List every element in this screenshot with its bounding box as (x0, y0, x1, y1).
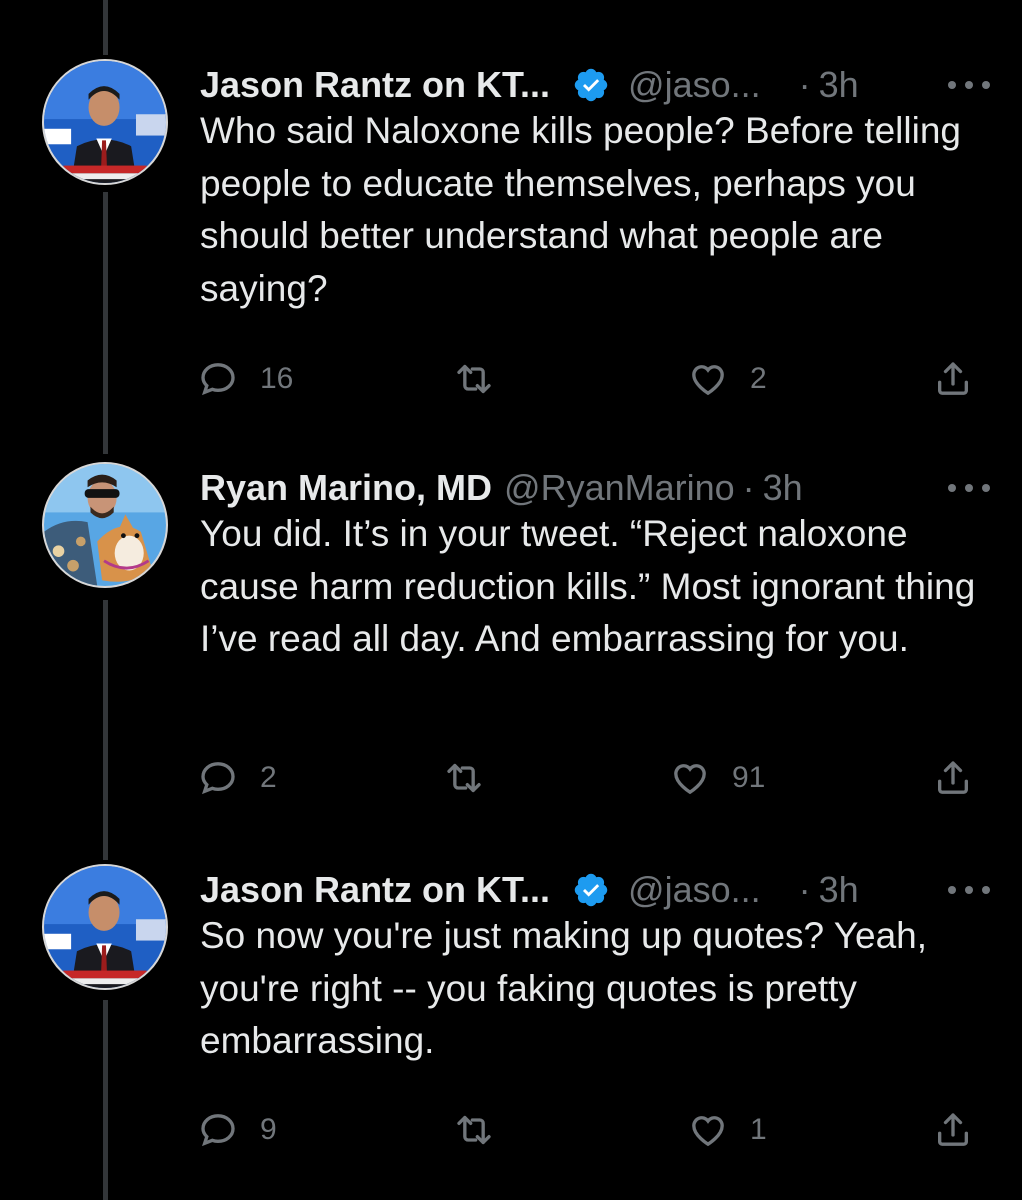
retweet-icon (457, 364, 491, 394)
more-icon[interactable] (948, 67, 990, 103)
retweet-button[interactable] (454, 359, 516, 399)
heart-icon (674, 764, 706, 795)
verified-badge-icon (574, 873, 608, 907)
like-count: 2 (750, 362, 767, 395)
timestamp[interactable]: 3h (763, 467, 803, 509)
author-name[interactable]: Jason Rantz on KT... (200, 869, 550, 911)
timestamp[interactable]: 3h (819, 869, 859, 911)
reply-button[interactable]: 16 (198, 359, 293, 399)
author-handle[interactable]: @jaso... (628, 869, 761, 911)
thread-line-2 (103, 600, 108, 860)
tweet-text: You did. It’s in your tweet. “Reject nal… (200, 513, 976, 659)
action-bar: 2 91 (198, 758, 988, 808)
tweet-text: Who said Naloxone kills people? Before t… (200, 110, 961, 309)
thread-line-1 (103, 192, 108, 454)
author-name[interactable]: Jason Rantz on KT... (200, 64, 550, 106)
like-count: 91 (732, 761, 766, 794)
reply-icon (201, 1114, 235, 1147)
like-button[interactable]: 1 (688, 1110, 767, 1150)
author-handle[interactable]: @RyanMarino (504, 467, 735, 509)
reply-icon (201, 363, 235, 396)
share-icon (938, 1113, 968, 1146)
separator: · (742, 467, 755, 508)
avatar[interactable] (42, 59, 168, 185)
share-button[interactable] (933, 359, 973, 399)
action-bar: 16 2 (198, 359, 988, 409)
thread-line-3 (103, 1000, 108, 1200)
reply-count: 2 (260, 761, 277, 794)
share-button[interactable] (933, 1110, 973, 1150)
action-bar: 9 1 (198, 1110, 988, 1160)
separator: · (798, 64, 811, 105)
author-name[interactable]: Ryan Marino, MD (200, 467, 492, 509)
reply-button[interactable]: 2 (198, 758, 277, 798)
separator: · (798, 869, 811, 910)
reply-count: 16 (260, 362, 294, 395)
more-icon[interactable] (948, 470, 990, 506)
retweet-button[interactable] (444, 758, 506, 798)
thread-line-top (103, 0, 108, 55)
share-button[interactable] (933, 758, 973, 798)
share-icon (938, 362, 968, 395)
author-handle[interactable]: @jaso... (628, 64, 761, 106)
heart-icon (692, 365, 724, 396)
share-icon (938, 761, 968, 794)
retweet-icon (447, 763, 481, 793)
timestamp[interactable]: 3h (819, 64, 859, 106)
tweet-text: So now you're just making up quotes? Yea… (200, 915, 928, 1061)
heart-icon (692, 1116, 724, 1147)
retweet-button[interactable] (454, 1110, 516, 1150)
like-button[interactable]: 2 (688, 359, 767, 399)
reply-button[interactable]: 9 (198, 1110, 277, 1150)
like-button[interactable]: 91 (670, 758, 765, 798)
reply-icon (201, 762, 235, 795)
verified-badge-icon (574, 68, 608, 102)
like-count: 1 (750, 1113, 767, 1146)
avatar[interactable] (42, 462, 168, 588)
reply-count: 9 (260, 1113, 277, 1146)
more-icon[interactable] (948, 872, 990, 908)
avatar[interactable] (42, 864, 168, 990)
retweet-icon (457, 1115, 491, 1145)
